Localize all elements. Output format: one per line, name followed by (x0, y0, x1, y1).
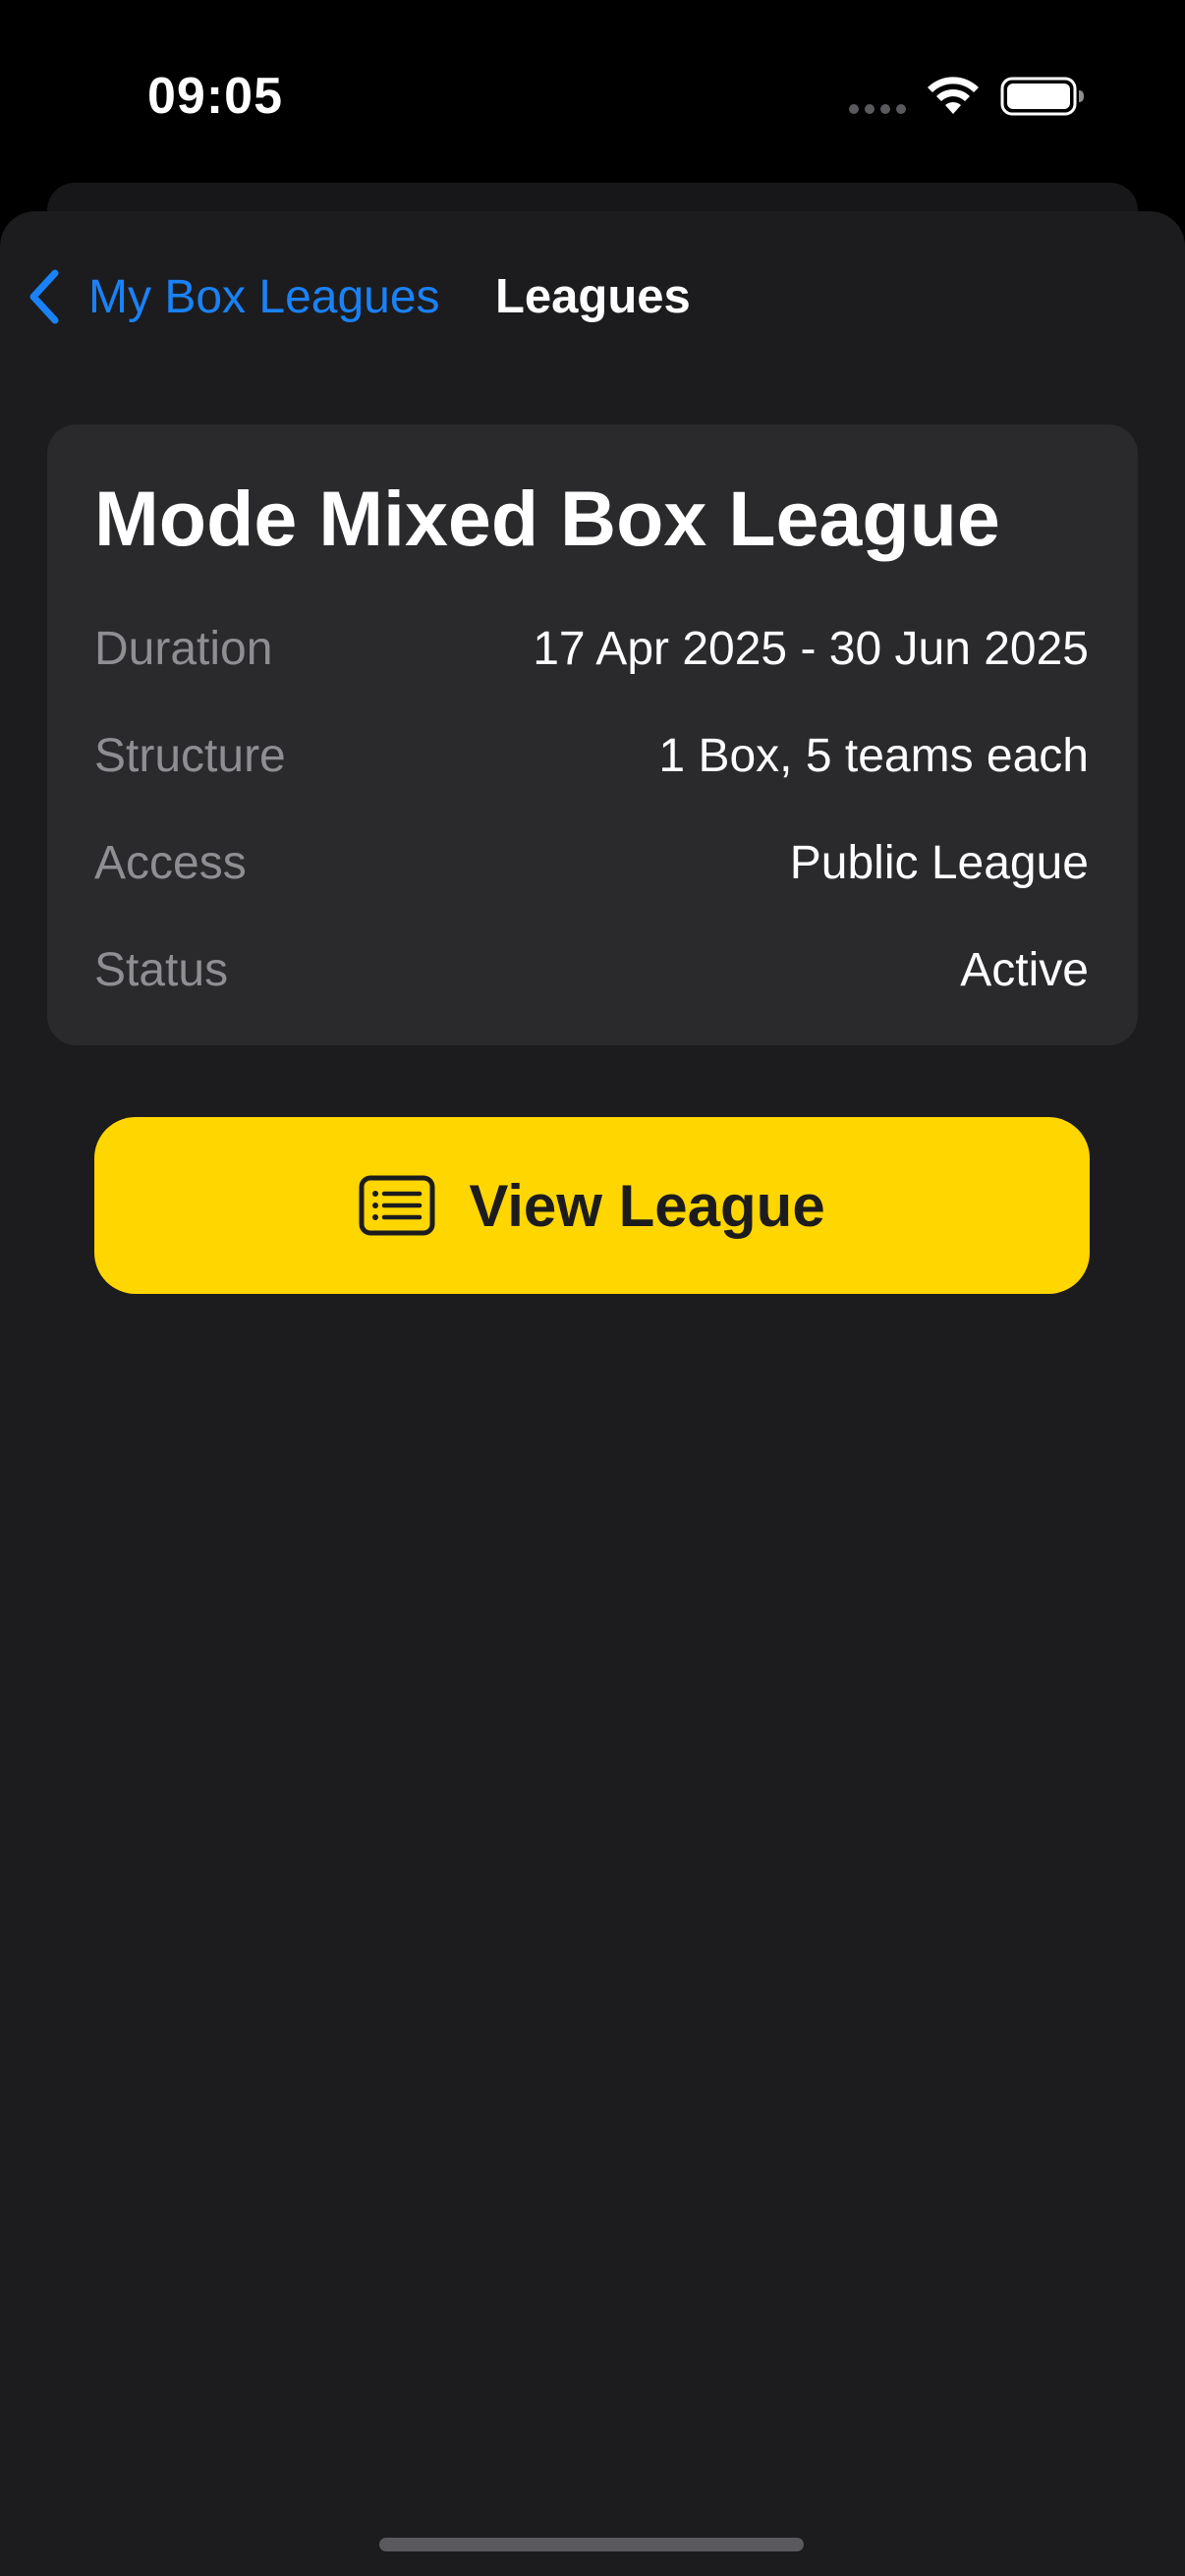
detail-value: Active (960, 943, 1089, 996)
detail-label: Structure (94, 729, 286, 782)
detail-value: 17 Apr 2025 - 30 Jun 2025 (533, 622, 1089, 675)
detail-row-status: Status Active (94, 935, 1089, 1004)
league-card: Mode Mixed Box League Duration 17 Apr 20… (47, 424, 1138, 1045)
detail-label: Access (94, 836, 247, 889)
status-time: 09:05 (147, 68, 283, 125)
view-league-label: View League (469, 1172, 825, 1239)
home-indicator[interactable] (379, 2538, 804, 2551)
chevron-left-icon (29, 269, 59, 324)
back-button[interactable]: My Box Leagues (26, 265, 440, 328)
detail-value: Public League (789, 836, 1089, 889)
detail-label: Status (94, 943, 229, 996)
page-title: Leagues (495, 270, 691, 323)
list-icon (359, 1175, 435, 1236)
detail-row-access: Access Public League (94, 828, 1089, 897)
detail-label: Duration (94, 622, 273, 675)
wifi-icon (928, 77, 979, 114)
view-league-button[interactable]: View League (94, 1117, 1090, 1294)
back-button-label: My Box Leagues (88, 270, 440, 323)
detail-row-duration: Duration 17 Apr 2025 - 30 Jun 2025 (94, 614, 1089, 683)
detail-row-structure: Structure 1 Box, 5 teams each (94, 721, 1089, 790)
cellular-signal-icon (849, 104, 906, 114)
detail-value: 1 Box, 5 teams each (658, 729, 1089, 782)
screen: 09:05 My Box Leagues Leagues Mode Mixed … (0, 0, 1185, 2576)
league-name: Mode Mixed Box League (94, 475, 1000, 562)
battery-icon (1000, 77, 1084, 116)
